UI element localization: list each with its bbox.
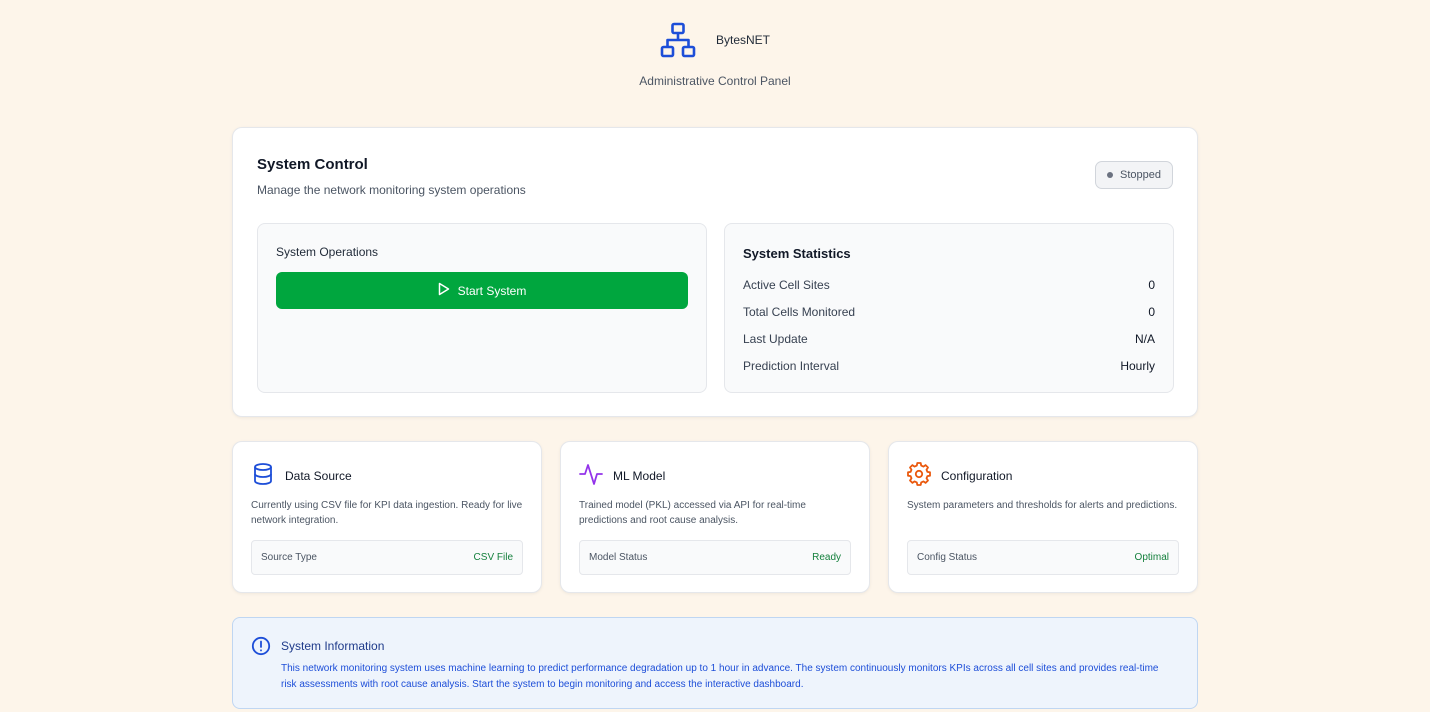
- data-source-card: Data Source Currently using CSV file for…: [232, 441, 542, 593]
- start-system-button[interactable]: Start System: [276, 272, 688, 309]
- stat-row-last-update: Last Update N/A: [743, 332, 1155, 346]
- card-status-label: Config Status: [917, 552, 978, 563]
- system-statistics-title: System Statistics: [743, 246, 851, 261]
- card-status-value: Ready: [812, 552, 841, 563]
- alert-circle-icon: [251, 636, 271, 661]
- ml-model-card: ML Model Trained model (PKL) accessed vi…: [560, 441, 870, 593]
- system-information-title: System Information: [281, 639, 385, 653]
- system-control-description: Manage the network monitoring system ope…: [257, 183, 526, 197]
- stat-value: Hourly: [1120, 359, 1155, 373]
- card-status-value: Optimal: [1134, 552, 1169, 563]
- brand-name: BytesNET: [715, 33, 770, 47]
- card-description: Currently using CSV file for KPI data in…: [251, 500, 523, 526]
- gear-icon: [907, 462, 931, 489]
- status-text: Stopped: [1120, 169, 1161, 181]
- card-title: Data Source: [285, 468, 352, 483]
- card-description: System parameters and thresholds for ale…: [907, 500, 1178, 511]
- stat-label: Total Cells Monitored: [743, 305, 856, 319]
- stat-row-total-cells: Total Cells Monitored 0: [743, 305, 1155, 319]
- card-status-label: Source Type: [261, 552, 317, 563]
- card-header: Configuration: [907, 462, 1012, 489]
- stat-label: Prediction Interval: [743, 359, 840, 373]
- database-icon: [251, 462, 275, 489]
- system-operations-title: System Operations: [276, 245, 379, 259]
- card-title: Configuration: [941, 468, 1013, 483]
- card-description: Trained model (PKL) accessed via API for…: [579, 500, 806, 526]
- card-status-value: CSV File: [473, 552, 513, 563]
- page-subtitle: Administrative Control Panel: [639, 74, 791, 88]
- card-header: Data Source: [251, 462, 352, 489]
- stat-row-prediction-interval: Prediction Interval Hourly: [743, 359, 1155, 373]
- system-control-title: System Control: [257, 156, 368, 173]
- status-badge: Stopped: [1095, 161, 1173, 189]
- stat-value: 0: [1148, 278, 1155, 292]
- stat-value: 0: [1148, 305, 1155, 319]
- app-header: BytesNET Administrative Control Panel: [0, 22, 1430, 88]
- system-information-banner: System Information This network monitori…: [232, 617, 1198, 709]
- brand: BytesNET: [0, 22, 1430, 62]
- card-status-label: Model Status: [589, 552, 648, 563]
- activity-icon: [579, 462, 603, 489]
- card-status-row: Model Status Ready: [579, 540, 851, 575]
- stat-value: N/A: [1134, 332, 1155, 346]
- stat-row-active-cell-sites: Active Cell Sites 0: [743, 278, 1155, 292]
- start-system-label: Start System: [457, 283, 527, 298]
- system-statistics-panel: System Statistics Active Cell Sites 0 To…: [724, 223, 1174, 393]
- status-dot-icon: [1107, 172, 1114, 178]
- system-information-text: This network monitoring system uses mach…: [281, 663, 1159, 690]
- card-header: ML Model: [579, 462, 665, 489]
- stat-label: Last Update: [743, 332, 808, 346]
- system-operations-panel: System Operations Start System: [257, 223, 707, 393]
- network-hierarchy-icon: [660, 22, 696, 63]
- card-title: ML Model: [613, 468, 666, 483]
- card-status-row: Config Status Optimal: [907, 540, 1179, 575]
- card-status-row: Source Type CSV File: [251, 540, 523, 575]
- system-control-card: System Control Manage the network monito…: [232, 127, 1198, 417]
- configuration-card: Configuration System parameters and thre…: [888, 441, 1198, 593]
- play-icon: [438, 282, 450, 299]
- stat-label: Active Cell Sites: [743, 278, 830, 292]
